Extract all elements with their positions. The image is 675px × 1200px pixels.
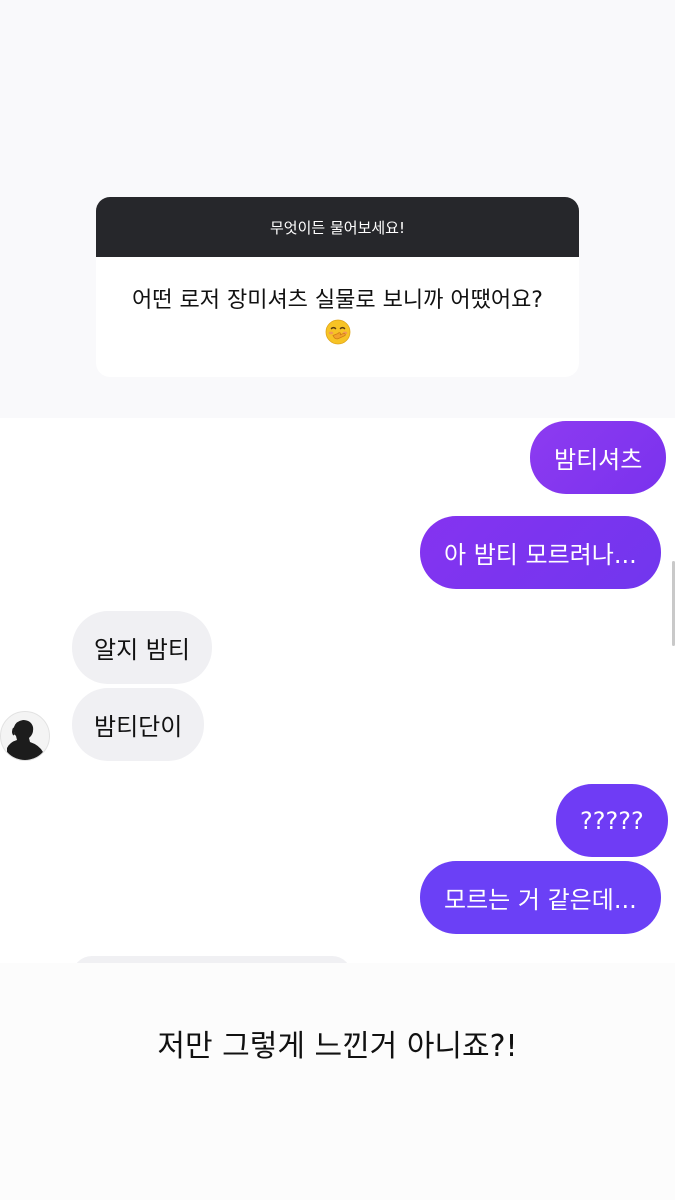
question-sticker-area: 무엇이든 물어보세요! 어떤 로저 장미셔츠 실물로 보니까 어땠어요? xyxy=(0,0,675,418)
profile-silhouette-icon xyxy=(7,720,45,760)
incoming-message[interactable]: 밤티단이 xyxy=(72,688,205,761)
outgoing-message[interactable]: 밤티셔츠 xyxy=(530,421,667,494)
incoming-message[interactable]: 알지 밤티 xyxy=(72,611,212,684)
caption-area: 저만 그렇게 느낀거 아니죠?! xyxy=(0,963,675,1200)
face-with-hand-over-mouth-icon xyxy=(325,319,350,345)
question-card-body: 어떤 로저 장미셔츠 실물로 보니까 어땠어요? xyxy=(96,257,579,345)
outgoing-message[interactable]: 아 밤티 모르려나... xyxy=(420,516,661,589)
question-text: 어떤 로저 장미셔츠 실물로 보니까 어땠어요? xyxy=(132,288,543,313)
avatar[interactable] xyxy=(0,711,50,761)
partially-hidden-message xyxy=(72,956,352,963)
story-caption: 저만 그렇게 느낀거 아니죠?! xyxy=(157,1029,518,1064)
question-card-header: 무엇이든 물어보세요! xyxy=(96,197,579,257)
outgoing-message[interactable]: ????? xyxy=(556,784,668,857)
chat-thread[interactable]: 밤티셔츠 아 밤티 모르려나... 알지 밤티 밤티단이 ????? 모르는 거… xyxy=(0,418,675,963)
outgoing-message[interactable]: 모르는 거 같은데... xyxy=(420,861,661,934)
question-card: 무엇이든 물어보세요! 어떤 로저 장미셔츠 실물로 보니까 어땠어요? xyxy=(96,197,579,377)
